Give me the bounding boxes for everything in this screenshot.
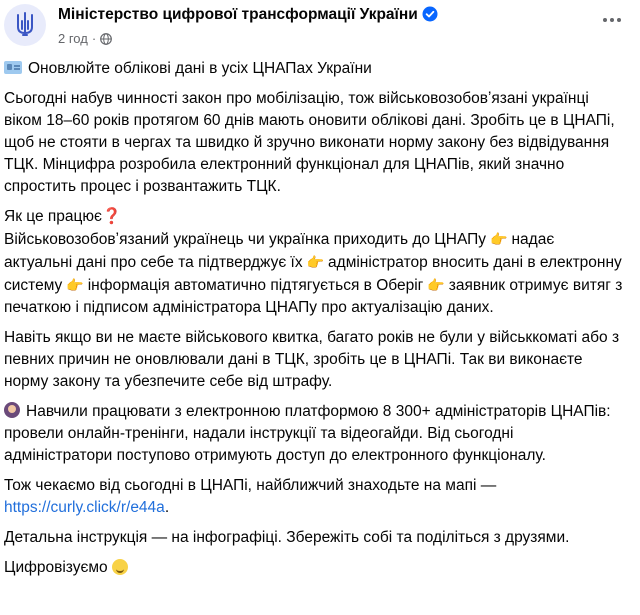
heading-text: Оновлюйте облікові дані в усіх ЦНАПах Ук…: [28, 60, 372, 77]
more-options-icon: [603, 18, 607, 22]
pointing-right-icon: 👉: [490, 231, 508, 247]
meta-separator: ·: [91, 31, 97, 46]
paragraph-infographic: Детальна інструкція — на інфографіці. Зб…: [4, 529, 570, 546]
post-heading: Оновлюйте облікові дані в усіх ЦНАПах Ук…: [4, 58, 624, 80]
how-step-4: інформація автоматично підтягується в Об…: [87, 277, 424, 294]
paragraph-no-ticket: Навіть якщо ви не маєте військового квит…: [4, 329, 620, 390]
pointing-right-icon: 👉: [427, 277, 445, 293]
trident-logo-icon: [17, 12, 33, 36]
paragraph-map: Тож чекаємо від сьогодні в ЦНАПі, найбли…: [4, 475, 624, 519]
id-card-icon: [4, 61, 22, 74]
map-text: Тож чекаємо від сьогодні в ЦНАПі, найбли…: [4, 477, 497, 494]
paragraph-law: Сьогодні набув чинності закон про мобілі…: [4, 90, 615, 195]
globe-icon[interactable]: [100, 32, 113, 45]
post-header: Міністерство цифрової трансформації Укра…: [0, 0, 640, 58]
closing-text: Цифровізуємо: [4, 559, 108, 576]
post-body: Оновлюйте облікові дані в усіх ЦНАПах Ук…: [4, 58, 624, 587]
page-avatar[interactable]: [4, 4, 46, 46]
more-dot: [617, 18, 621, 22]
post-timestamp[interactable]: 2 год: [58, 31, 88, 46]
page-name-text[interactable]: Міністерство цифрової трансформації Укра…: [58, 6, 418, 23]
more-dot: [610, 18, 614, 22]
map-period: .: [164, 499, 170, 516]
map-link[interactable]: https://curly.click/r/e44a: [4, 499, 165, 516]
pointing-right-icon: 👉: [66, 277, 84, 293]
more-options-button[interactable]: [598, 10, 626, 30]
training-text: Навчили працювати з електронною платформ…: [4, 403, 611, 464]
how-title: Як це працює: [4, 208, 102, 225]
question-mark-icon: ❓: [101, 208, 122, 225]
post-meta: 2 год ·: [58, 31, 113, 46]
smiling-face-icon: [111, 559, 128, 575]
verified-badge-icon: [422, 6, 438, 22]
paragraph-training: Навчили працювати з електронною платформ…: [4, 401, 624, 467]
how-step-1: Військовозобовʼязаний українець чи украї…: [4, 231, 487, 248]
paragraph-how: Як це працює❓ Військовозобовʼязаний укра…: [4, 206, 624, 319]
pointing-right-icon: 👉: [306, 254, 325, 270]
woman-technologist-icon: [4, 402, 20, 418]
paragraph-closing: Цифровізуємо: [4, 557, 624, 579]
page-name-link[interactable]: Міністерство цифрової трансформації Укра…: [58, 6, 438, 24]
